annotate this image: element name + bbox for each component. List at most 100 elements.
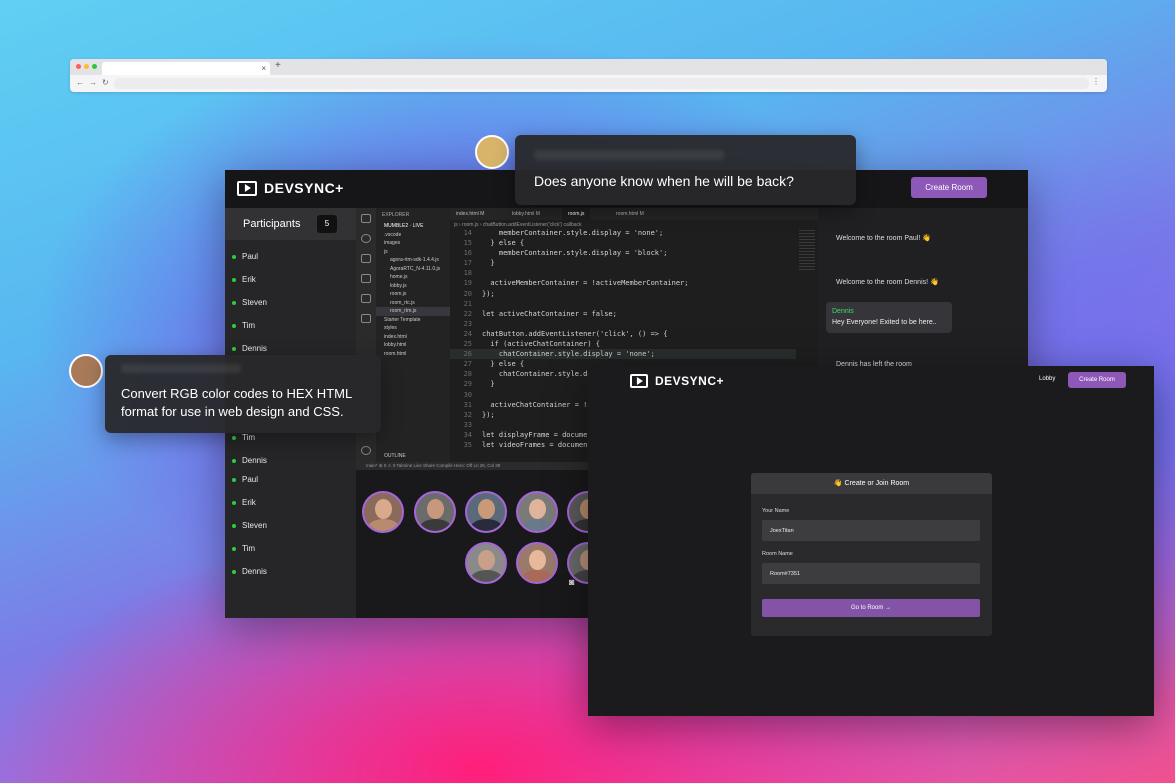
room-input[interactable]: [762, 563, 980, 584]
brand-logo[interactable]: DEVSYNC+: [237, 180, 344, 196]
participant-name: Dennis: [242, 456, 267, 465]
browser-menu-icon[interactable]: ⋮: [1092, 77, 1100, 86]
browser-window: × + ← → ↻ ⋮: [70, 59, 1107, 92]
editor-tab[interactable]: index.html M: [450, 208, 490, 220]
forward-arrow-icon[interactable]: →: [89, 78, 97, 87]
participant-item[interactable]: Erik: [232, 498, 256, 507]
participant-item[interactable]: Steven: [232, 521, 267, 530]
file-item[interactable]: js: [376, 248, 450, 257]
name-input[interactable]: [762, 520, 980, 541]
file-item[interactable]: room.html: [376, 350, 450, 359]
file-item[interactable]: room.js: [376, 290, 450, 299]
blurred-username: [121, 364, 241, 373]
project-folder[interactable]: MUMBLE2 · LIVE: [376, 222, 450, 231]
address-bar[interactable]: [114, 78, 1089, 89]
file-item[interactable]: index.html: [376, 333, 450, 342]
close-window-dot[interactable]: [76, 64, 81, 69]
line-number: 29: [463, 380, 472, 389]
video-avatar[interactable]: [516, 491, 558, 533]
camera-icon[interactable]: ◙: [569, 577, 581, 589]
code-line: 19 activeMemberContainer = !activeMember…: [450, 278, 796, 288]
participants-header: Participants 5: [225, 208, 356, 240]
maximize-window-dot[interactable]: [92, 64, 97, 69]
screen-play-icon: [237, 180, 257, 196]
code-line: 15 } else {: [450, 238, 796, 248]
line-number: 35: [463, 440, 472, 449]
file-item[interactable]: AgoraRTC_N-4.11.0.js: [376, 265, 450, 274]
participant-item[interactable]: Tim: [232, 321, 255, 330]
file-explorer: EXPLORER MUMBLE2 · LIVE .vscode images j…: [376, 208, 450, 462]
file-item[interactable]: room_rtc.js: [376, 299, 450, 308]
line-number: 22: [463, 309, 472, 318]
code-line: 17 }: [450, 258, 796, 268]
file-item-active[interactable]: room_rtm.js: [376, 307, 450, 316]
online-dot-icon: [232, 500, 236, 505]
participant-item[interactable]: Tim: [232, 544, 255, 553]
file-item[interactable]: styles: [376, 324, 450, 333]
search-icon[interactable]: [361, 234, 371, 243]
editor-minimap[interactable]: [799, 230, 815, 270]
participant-name: Dennis: [242, 567, 267, 576]
video-avatar[interactable]: [465, 491, 507, 533]
tooltip-text: Does anyone know when he will be back?: [534, 173, 794, 189]
room-label: Room Name: [762, 551, 793, 557]
debug-icon[interactable]: [361, 274, 371, 283]
video-avatar[interactable]: [414, 491, 456, 533]
file-item[interactable]: lobby.html: [376, 341, 450, 350]
file-item[interactable]: lobby.js: [376, 282, 450, 291]
video-avatar[interactable]: [362, 491, 404, 533]
participant-item[interactable]: Erik: [232, 275, 256, 284]
tab-close-icon[interactable]: ×: [261, 62, 266, 75]
outline-section[interactable]: OUTLINE: [376, 452, 406, 461]
minimize-window-dot[interactable]: [84, 64, 89, 69]
brand-logo[interactable]: DEVSYNC+: [630, 374, 724, 388]
code-text: let activeChatContainer = false;: [482, 309, 617, 318]
video-avatar[interactable]: [516, 542, 558, 584]
file-item[interactable]: images: [376, 239, 450, 248]
code-text: }: [482, 259, 495, 268]
lobby-link[interactable]: Lobby: [1039, 376, 1055, 382]
line-number: 34: [463, 430, 472, 439]
form-title: 👋 Create or Join Room: [751, 473, 992, 494]
participant-item[interactable]: Dennis: [232, 344, 267, 353]
back-arrow-icon[interactable]: ←: [76, 78, 84, 87]
create-room-button[interactable]: Create Room: [911, 177, 987, 198]
remote-icon[interactable]: [361, 314, 371, 323]
editor-tab[interactable]: room.html M: [610, 208, 650, 220]
go-to-room-button[interactable]: Go to Room →: [762, 599, 980, 617]
browser-tab[interactable]: ×: [102, 62, 270, 75]
video-avatar[interactable]: [465, 542, 507, 584]
online-dot-icon: [232, 458, 236, 463]
settings-gear-icon[interactable]: [361, 446, 371, 455]
participant-item[interactable]: Paul: [232, 475, 258, 484]
participant-name: Tim: [242, 544, 256, 553]
create-room-button[interactable]: Create Room: [1068, 372, 1126, 388]
files-icon[interactable]: [361, 214, 371, 223]
new-tab-icon[interactable]: +: [275, 60, 281, 71]
source-control-icon[interactable]: [361, 254, 371, 263]
code-text: chatButton.addEventListener('click', () …: [482, 329, 668, 338]
participant-item[interactable]: Paul: [232, 252, 258, 261]
online-dot-icon: [232, 277, 236, 282]
participant-item[interactable]: Dennis: [232, 567, 267, 576]
reload-icon[interactable]: ↻: [102, 78, 109, 87]
line-number: 18: [463, 269, 472, 278]
participant-item[interactable]: Tim: [232, 433, 255, 442]
participant-item[interactable]: Dennis: [232, 456, 267, 465]
editor-tab[interactable]: lobby.html M: [506, 208, 546, 220]
participants-title: Participants: [243, 218, 301, 230]
chat-bubble: Dennis Hey Everyone! Exited to be here..: [826, 302, 952, 333]
file-item[interactable]: agora-rtm-sdk-1.4.4.js: [376, 256, 450, 265]
chat-message: Welcome to the room Dennis! 👋: [836, 279, 939, 286]
online-dot-icon: [232, 300, 236, 305]
file-item[interactable]: .vscode: [376, 231, 450, 240]
online-dot-icon: [232, 477, 236, 482]
file-item[interactable]: home.js: [376, 273, 450, 282]
online-dot-icon: [232, 569, 236, 574]
participant-item[interactable]: Steven: [232, 298, 267, 307]
editor-tab-active[interactable]: room.js: [562, 208, 591, 220]
line-number: 28: [463, 370, 472, 379]
file-item[interactable]: Starter Template: [376, 316, 450, 325]
browser-toolbar: ← → ↻ ⋮: [70, 75, 1107, 92]
extensions-icon[interactable]: [361, 294, 371, 303]
